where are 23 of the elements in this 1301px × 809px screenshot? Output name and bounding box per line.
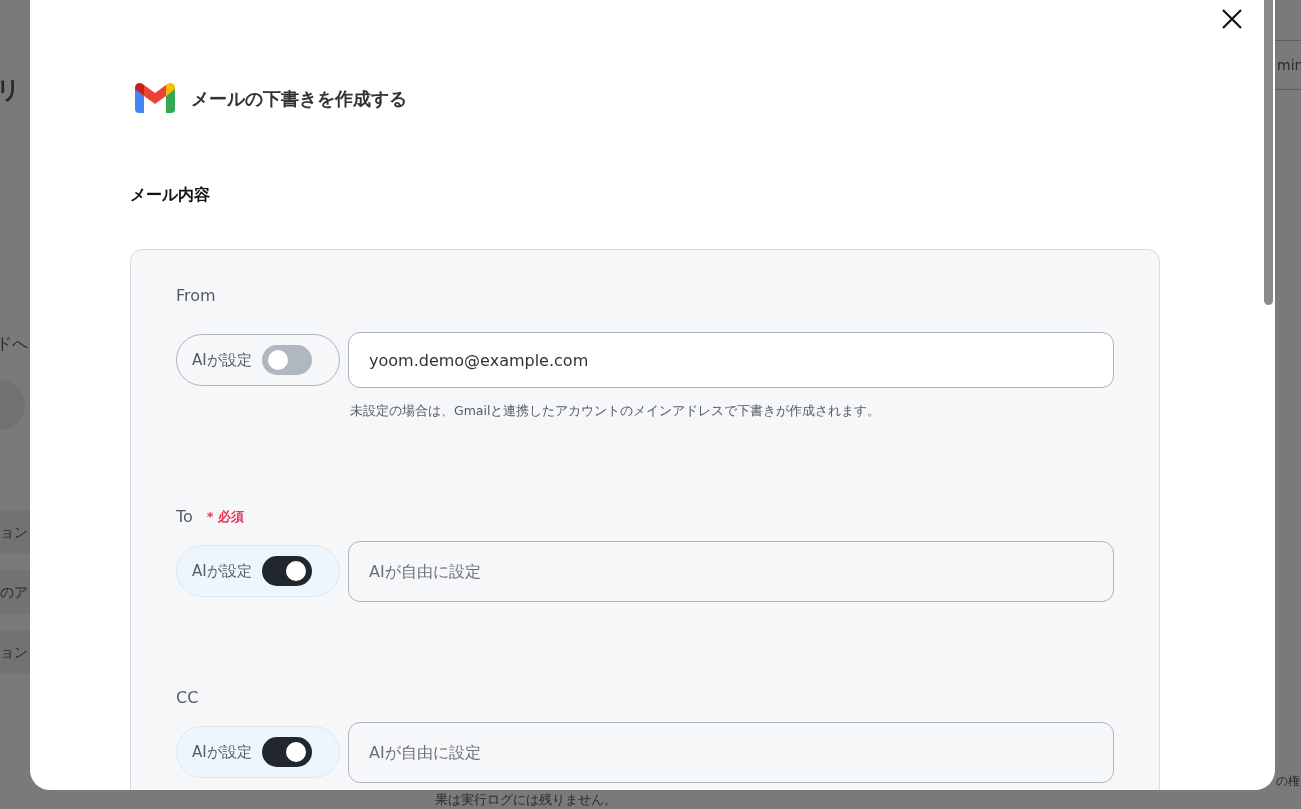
required-label: * 必須	[206, 508, 245, 526]
field-label: CC	[176, 686, 199, 709]
input-field[interactable]: AIが自由に設定	[348, 721, 1114, 783]
mail-logo-icon	[135, 83, 175, 113]
section-heading: ドへ	[0, 333, 28, 355]
dropdown[interactable]: の権	[1276, 772, 1300, 790]
note-text: 果は実行ログには残りません。	[435, 791, 617, 809]
input-field[interactable]: AIが自由に設定	[348, 540, 1114, 602]
toggle-label: AIが設定	[192, 349, 252, 371]
close-icon[interactable]	[1221, 8, 1243, 30]
field-label: From	[176, 285, 216, 307]
scrollbar-thumb[interactable]	[1264, 0, 1273, 305]
toggle-switch[interactable]	[261, 345, 312, 375]
toggle-label: AIが設定	[192, 561, 252, 582]
hint-text: 未設定の場合は、Gmailと連携したアカウントのメインアドレスで下書きが作成されます。	[350, 402, 882, 420]
section-title: メール内容	[130, 184, 211, 206]
field-label: To	[176, 505, 193, 528]
dialog-title: メールの下書きを作成する	[191, 86, 407, 111]
toggle-switch[interactable]	[261, 737, 312, 768]
toggle-label: AIが設定	[192, 742, 252, 763]
page-heading: リ	[0, 75, 21, 106]
input-field[interactable]: yoom.demo@example.com	[348, 332, 1114, 388]
toggle-switch[interactable]	[261, 556, 312, 587]
